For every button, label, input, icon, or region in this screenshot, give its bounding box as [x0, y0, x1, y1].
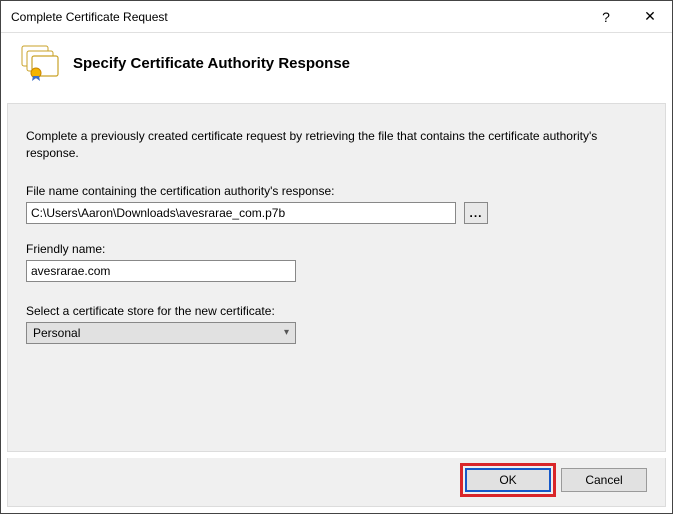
- browse-button[interactable]: ...: [464, 202, 488, 224]
- titlebar: Complete Certificate Request ? ✕: [1, 1, 672, 33]
- close-button[interactable]: ✕: [628, 2, 672, 32]
- friendly-label: Friendly name:: [26, 242, 647, 256]
- dialog-footer: OK Cancel: [7, 458, 666, 507]
- friendly-name-input[interactable]: [26, 260, 296, 282]
- file-label: File name containing the certification a…: [26, 184, 647, 198]
- file-input[interactable]: [26, 202, 456, 224]
- page-heading: Specify Certificate Authority Response: [73, 55, 350, 72]
- certificate-store-value: Personal: [33, 326, 80, 340]
- chevron-down-icon: ▾: [284, 327, 289, 338]
- window-title: Complete Certificate Request: [11, 10, 584, 24]
- content-panel: Complete a previously created certificat…: [7, 103, 666, 452]
- certificate-icon: [19, 43, 59, 83]
- description-text: Complete a previously created certificat…: [26, 128, 647, 162]
- store-label: Select a certificate store for the new c…: [26, 304, 647, 318]
- help-button[interactable]: ?: [584, 2, 628, 32]
- ok-button[interactable]: OK: [465, 468, 551, 492]
- header: Specify Certificate Authority Response: [1, 33, 672, 97]
- certificate-store-select[interactable]: Personal ▾: [26, 322, 296, 344]
- cancel-button[interactable]: Cancel: [561, 468, 647, 492]
